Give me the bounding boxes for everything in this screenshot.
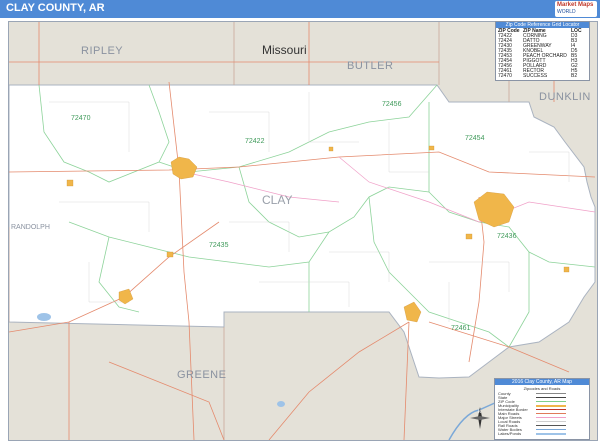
county-label-clay: CLAY [262,193,292,207]
legend-swatch [536,417,566,418]
title-bar: CLAY COUNTY, AR Market Maps WORLD [0,0,600,18]
county-label-randolph: RANDOLPH [11,224,50,231]
county-label-ripley: RIPLEY [81,45,123,57]
legend-swatch [536,409,566,410]
legend-swatch [536,433,566,435]
county-label-butler: BUTLER [347,60,393,72]
zip-code: 72470 [498,73,512,79]
legend-swatch [536,393,566,394]
zip-label: 72470 [71,115,91,122]
county-label-greene: GREENE [177,369,226,381]
table-row: 72470 SUCCESS B2 [496,74,589,79]
clay-county-area [9,84,596,379]
pond [277,401,285,407]
legend-swatch [536,401,566,402]
legend-row: Lakes/Ponds [498,431,586,436]
page-title: CLAY COUNTY, AR [6,2,105,14]
zip-reference-table: Zip Code Reference Grid Locator ZIP Code… [495,21,590,81]
zip-label: 72456 [382,101,402,108]
zip-label: 72435 [209,242,229,249]
zip-label: 72436 [497,233,517,240]
legend-swatch [536,425,566,426]
town-datto [465,233,473,240]
town-success [66,179,74,187]
zip-name: SUCCESS [523,73,548,79]
town-greenway [563,266,570,273]
logo-text-top: Market Maps [557,2,594,8]
legend-swatch [536,413,566,414]
legend-label: Lakes/Ponds [498,431,522,436]
state-label: Missouri [262,43,307,57]
compass-icon: N [470,407,490,429]
svg-text:N: N [478,409,481,414]
zip-label: 72454 [465,135,485,142]
town-small [328,146,334,152]
legend-swatch [536,421,566,422]
town-pollard [428,145,435,151]
lake [37,313,51,321]
logo-text-bottom: WORLD [557,9,576,15]
legend-title: 2016 Clay County, AR Map [495,379,589,385]
zip-label: 72422 [245,138,265,145]
legend-swatch [536,429,566,430]
town-peach-orchard [166,251,174,258]
legend-swatch [536,397,566,398]
county-label-dunklin: DUNKLIN [539,91,591,103]
brand-logo[interactable]: Market Maps WORLD [555,1,597,17]
map-legend: 2016 Clay County, AR Map Zipcodes and Ro… [494,378,590,440]
zip-label: 72461 [451,325,471,332]
zip-loc: B2 [571,73,578,79]
